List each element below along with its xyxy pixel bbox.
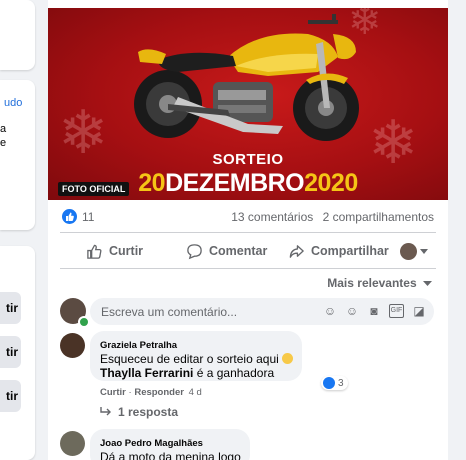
composer-tools: ☺ ☺ ◙ GIF ◪ xyxy=(323,304,426,318)
comment-bubble: Joao Pedro Magalhães Dá a moto da menina… xyxy=(90,429,250,460)
sidebar-text: e xyxy=(0,137,7,149)
banner-date-day: 20 xyxy=(138,169,166,197)
online-status-icon xyxy=(78,316,90,328)
mentioned-user[interactable]: Thaylla Ferrarini xyxy=(100,366,193,380)
sidebar-card xyxy=(0,0,35,70)
divider xyxy=(60,268,436,269)
thumbs-up-icon xyxy=(87,244,102,259)
emoji-icon[interactable]: ☺ xyxy=(345,304,359,318)
divider xyxy=(60,232,436,233)
reactions-count[interactable]: 11 xyxy=(82,210,94,224)
sidebar-button[interactable]: tir xyxy=(0,336,21,368)
sidebar-link[interactable]: udo xyxy=(4,97,22,109)
chevron-down-icon xyxy=(420,248,428,254)
comment-input[interactable]: Escreva um comentário... ☺ ☺ ◙ GIF ◪ xyxy=(90,298,434,325)
comment-author[interactable]: Joao Pedro Magalhães xyxy=(100,438,203,449)
share-icon xyxy=(289,244,304,258)
post-image[interactable]: ❄ ❄ ❄ SORTEIO 20DEZEMBRO2020 FOTO OFICIA… xyxy=(48,8,448,200)
motorcycle-image xyxy=(134,14,359,141)
comment-meta: Curtir · Responder 4 d xyxy=(100,387,202,398)
post-stats: 11 13 comentários 2 compartilhamentos xyxy=(48,204,448,230)
comments-count-link[interactable]: 13 comentários xyxy=(231,210,313,224)
emoji-smile-icon xyxy=(282,353,294,364)
comment-time[interactable]: 4 d xyxy=(189,387,202,398)
comment-like-link[interactable]: Curtir xyxy=(100,387,126,398)
reply-arrow-icon xyxy=(100,407,111,416)
comment-reaction-count: 3 xyxy=(338,377,344,389)
post-actions: Curtir Comentar Compartilhar xyxy=(48,236,448,266)
banner-date-month: DEZEMBRO xyxy=(165,169,305,197)
scrollbar[interactable] xyxy=(454,0,462,460)
comment-button-label: Comentar xyxy=(209,244,268,258)
comment-input-placeholder: Escreva um comentário... xyxy=(101,305,238,319)
left-sidebar: udo a e tir tir tir xyxy=(0,0,36,460)
sidebar-button[interactable]: tir xyxy=(0,292,21,324)
sidebar-text: a xyxy=(0,123,7,135)
like-button[interactable]: Curtir xyxy=(86,236,143,266)
post-card: ❄ ❄ ❄ SORTEIO 20DEZEMBRO2020 FOTO OFICIA… xyxy=(48,0,448,460)
avatar[interactable] xyxy=(60,431,85,456)
comment-button[interactable]: Comentar xyxy=(186,236,267,266)
comment-icon xyxy=(187,243,202,259)
sidebar-card: udo a e xyxy=(0,80,35,230)
engagement-counts: 13 comentários 2 compartilhamentos xyxy=(225,210,434,224)
like-reaction-icon xyxy=(323,377,335,389)
banner-date-year: 2020 xyxy=(304,169,358,197)
sidebar-button[interactable]: tir xyxy=(0,380,21,412)
chevron-down-icon xyxy=(423,281,432,286)
sidebar-card: tir tir tir xyxy=(0,246,35,460)
comment-reply-link[interactable]: Responder xyxy=(134,387,184,398)
comment-text: Esqueceu de editar o sorteio aqui xyxy=(100,352,294,366)
sticker-icon[interactable]: ◪ xyxy=(412,304,426,318)
comment-text: Thaylla Ferrarini é a ganhadora xyxy=(100,366,275,380)
share-button-label: Compartilhar xyxy=(311,244,389,258)
like-reaction-icon[interactable] xyxy=(62,209,77,224)
banner-title: SORTEIO xyxy=(212,151,284,168)
avatar[interactable] xyxy=(60,333,85,358)
replies-count: 1 resposta xyxy=(118,405,179,419)
comment-author[interactable]: Graziela Petralha xyxy=(100,340,177,351)
avatar-sticker-icon[interactable]: ☺ xyxy=(323,304,337,318)
comment-bubble: Graziela Petralha Esqueceu de editar o s… xyxy=(90,331,302,381)
sort-label: Mais relevantes xyxy=(327,276,417,290)
shares-count-link[interactable]: 2 compartilhamentos xyxy=(323,210,434,224)
comment-reaction-badge[interactable]: 3 xyxy=(321,376,348,390)
react-as-selector[interactable] xyxy=(400,243,428,260)
like-button-label: Curtir xyxy=(109,244,144,258)
view-replies-link[interactable]: 1 resposta xyxy=(100,405,178,419)
avatar xyxy=(400,243,417,260)
comment-text: Dá a moto da menina logo xyxy=(100,450,241,460)
gif-icon[interactable]: GIF xyxy=(389,304,404,318)
camera-icon[interactable]: ◙ xyxy=(367,304,381,318)
share-button[interactable]: Compartilhar xyxy=(288,236,389,266)
comment-sort-dropdown[interactable]: Mais relevantes xyxy=(327,276,432,290)
official-photo-badge: FOTO OFICIAL xyxy=(58,182,130,196)
